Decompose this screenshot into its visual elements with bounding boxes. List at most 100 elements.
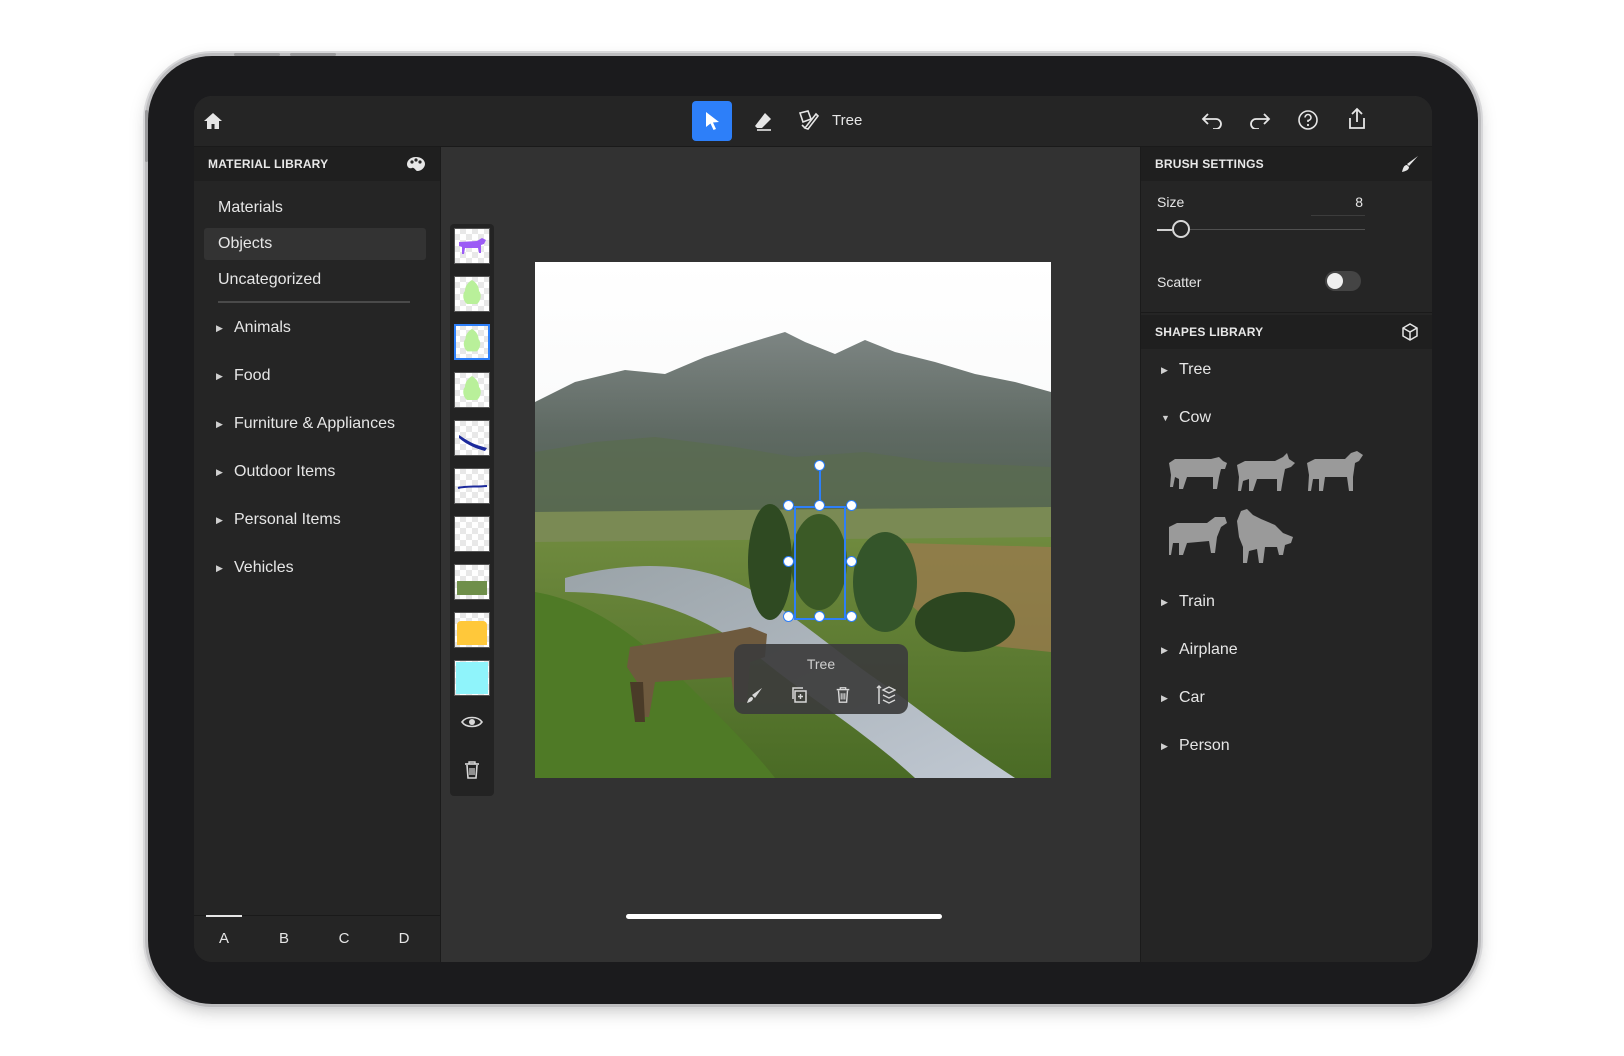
context-title: Tree <box>806 656 836 672</box>
nav-materials[interactable]: Materials <box>204 192 426 224</box>
category-label: Outdoor Items <box>234 463 336 480</box>
shape-category-label: Tree <box>1179 361 1212 378</box>
category-furniture[interactable]: ▶ Furniture & Appliances <box>216 409 395 439</box>
cow-shape-5[interactable] <box>1235 507 1297 567</box>
cow-shape-3[interactable] <box>1303 447 1365 495</box>
shape-category-label: Car <box>1179 689 1205 706</box>
cow-shape-4[interactable] <box>1167 513 1229 561</box>
context-arrange-button[interactable] <box>876 684 898 706</box>
tab-c[interactable]: C <box>324 930 364 947</box>
rotate-handle[interactable] <box>814 460 825 471</box>
shape-category-cow[interactable]: ▼ Cow <box>1161 403 1211 433</box>
tab-a[interactable]: A <box>204 930 244 947</box>
right-panel: BRUSH SETTINGS Size 8 Scatter SHAPES LIB… <box>1140 147 1432 962</box>
brush-icon[interactable] <box>1401 155 1419 173</box>
context-duplicate-button[interactable] <box>790 686 810 706</box>
shape-category-tree[interactable]: ▶ Tree <box>1161 355 1211 385</box>
undo-icon <box>1201 113 1222 129</box>
tab-d[interactable]: D <box>384 930 424 947</box>
size-slider[interactable] <box>1157 219 1365 241</box>
section-divider <box>1141 312 1432 313</box>
selection-box[interactable] <box>794 506 846 620</box>
layer-tree-1[interactable] <box>454 276 490 312</box>
object-brush-tool-button[interactable] <box>794 104 824 136</box>
shape-category-car[interactable]: ▶ Car <box>1161 683 1205 713</box>
nav-objects[interactable]: Objects <box>204 228 426 260</box>
caret-right-icon: ▶ <box>1161 644 1168 655</box>
nav-materials-label: Materials <box>218 199 283 216</box>
nav-uncategorized-label: Uncategorized <box>218 271 322 288</box>
current-object-label[interactable]: Tree <box>832 112 862 129</box>
app-screen: Tree MATERIAL LIBRARY Materials Objects … <box>194 96 1432 962</box>
undo-button[interactable] <box>1198 106 1226 134</box>
home-icon <box>204 113 222 129</box>
caret-right-icon: ▶ <box>216 370 223 381</box>
layer-line[interactable] <box>454 468 490 504</box>
nav-objects-label: Objects <box>218 235 273 252</box>
shape-category-label: Train <box>1179 593 1215 610</box>
eye-icon <box>461 716 483 728</box>
eraser-tool-button[interactable] <box>748 106 778 136</box>
material-library-title: MATERIAL LIBRARY <box>208 157 329 171</box>
resize-handle-tc[interactable] <box>814 500 825 511</box>
caret-right-icon: ▶ <box>1161 740 1168 751</box>
layer-river[interactable] <box>454 420 490 456</box>
resize-handle-mr[interactable] <box>846 556 857 567</box>
cube-icon[interactable] <box>1401 323 1419 341</box>
category-vehicles[interactable]: ▶ Vehicles <box>216 553 294 583</box>
size-value-field[interactable]: 8 <box>1311 191 1365 216</box>
category-personal[interactable]: ▶ Personal Items <box>216 505 341 535</box>
sky-swatch <box>456 662 488 694</box>
trash-icon <box>836 687 850 703</box>
layer-sky[interactable] <box>454 660 490 696</box>
shape-category-label: Airplane <box>1179 641 1238 658</box>
scatter-toggle[interactable] <box>1325 271 1361 291</box>
shape-category-train[interactable]: ▶ Train <box>1161 587 1215 617</box>
caret-right-icon: ▶ <box>1161 596 1168 607</box>
shape-category-person[interactable]: ▶ Person <box>1161 731 1230 761</box>
brush-settings-header: BRUSH SETTINGS <box>1141 147 1432 181</box>
category-food[interactable]: ▶ Food <box>216 361 270 391</box>
redo-icon <box>1250 113 1271 129</box>
resize-handle-bl[interactable] <box>783 611 794 622</box>
context-brush-button[interactable] <box>746 686 766 706</box>
shape-category-airplane[interactable]: ▶ Airplane <box>1161 635 1238 665</box>
layer-tree-3[interactable] <box>454 372 490 408</box>
caret-right-icon: ▶ <box>216 514 223 525</box>
resize-handle-ml[interactable] <box>783 556 794 567</box>
nav-uncategorized[interactable]: Uncategorized <box>204 264 426 296</box>
layer-empty[interactable] <box>454 516 490 552</box>
resize-handle-tr[interactable] <box>846 500 857 511</box>
redo-button[interactable] <box>1246 106 1274 134</box>
resize-handle-bc[interactable] <box>814 611 825 622</box>
top-toolbar: Tree <box>194 96 1432 147</box>
cow-silhouette-icon <box>459 238 486 254</box>
palette-icon[interactable] <box>406 156 426 172</box>
grass-swatch <box>457 581 487 595</box>
line-shape-icon <box>457 485 488 489</box>
tab-b[interactable]: B <box>264 930 304 947</box>
context-delete-button[interactable] <box>834 686 854 706</box>
shape-category-label: Person <box>1179 737 1230 754</box>
layer-sand[interactable] <box>454 612 490 648</box>
share-button[interactable] <box>1342 104 1372 134</box>
cow-shape-2[interactable] <box>1235 451 1297 495</box>
delete-layer-button[interactable] <box>463 760 483 782</box>
visibility-button[interactable] <box>461 714 483 734</box>
layer-grass[interactable] <box>454 564 490 600</box>
category-animals[interactable]: ▶ Animals <box>216 313 291 343</box>
size-slider-thumb[interactable] <box>1172 220 1190 238</box>
select-tool-button[interactable] <box>692 101 732 141</box>
help-button[interactable] <box>1294 106 1322 134</box>
resize-handle-br[interactable] <box>846 611 857 622</box>
home-button[interactable] <box>200 108 226 134</box>
category-outdoor[interactable]: ▶ Outdoor Items <box>216 457 335 487</box>
size-slider-fill <box>1157 229 1172 231</box>
cow-shape-1[interactable] <box>1167 451 1229 495</box>
home-indicator[interactable] <box>626 914 942 919</box>
category-label: Personal Items <box>234 511 341 528</box>
layer-cow[interactable] <box>454 228 490 264</box>
layer-tree-2-selected[interactable] <box>454 324 490 360</box>
resize-handle-tl[interactable] <box>783 500 794 511</box>
caret-right-icon: ▶ <box>1161 692 1168 703</box>
